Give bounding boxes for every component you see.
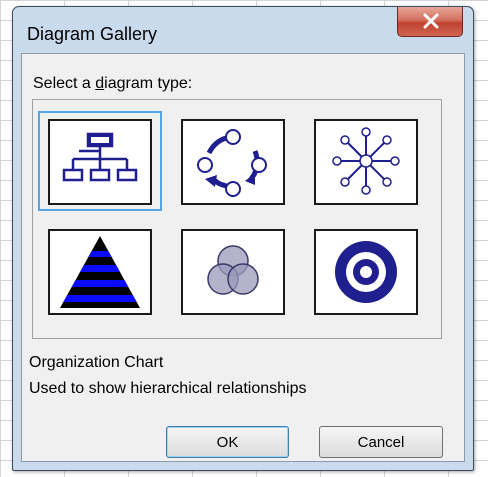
diagram-type-organization-chart[interactable] <box>48 119 152 205</box>
cycle-diagram-icon <box>197 129 267 197</box>
close-icon <box>423 13 439 29</box>
diagram-type-target[interactable] <box>314 229 418 315</box>
selected-diagram-name: Organization Chart <box>29 354 164 371</box>
venn-diagram-icon <box>207 245 259 295</box>
mnemonic-letter: d <box>95 75 105 92</box>
pyramid-diagram-icon <box>60 236 140 308</box>
ok-button[interactable]: OK <box>166 426 289 458</box>
title-bar[interactable]: Diagram Gallery <box>13 7 473 53</box>
diagram-type-pyramid[interactable] <box>48 229 152 315</box>
diagram-gallery-dialog: Diagram Gallery Select a diagram type: O… <box>12 6 474 471</box>
dialog-client-area: Select a diagram type: Organization Char… <box>21 53 465 462</box>
diagram-type-cycle[interactable] <box>181 119 285 205</box>
diagram-type-prompt: Select a diagram type: <box>33 75 193 92</box>
organization-chart-icon <box>62 132 138 182</box>
diagram-gallery <box>32 99 442 339</box>
close-button[interactable] <box>397 7 463 37</box>
diagram-type-venn[interactable] <box>181 229 285 315</box>
radial-diagram-icon <box>332 127 400 195</box>
selected-diagram-description: Used to show hierarchical relationships <box>29 380 307 397</box>
dialog-title: Diagram Gallery <box>27 24 158 44</box>
target-diagram-icon <box>335 241 397 303</box>
diagram-type-radial[interactable] <box>314 119 418 205</box>
cancel-button[interactable]: Cancel <box>319 426 443 458</box>
